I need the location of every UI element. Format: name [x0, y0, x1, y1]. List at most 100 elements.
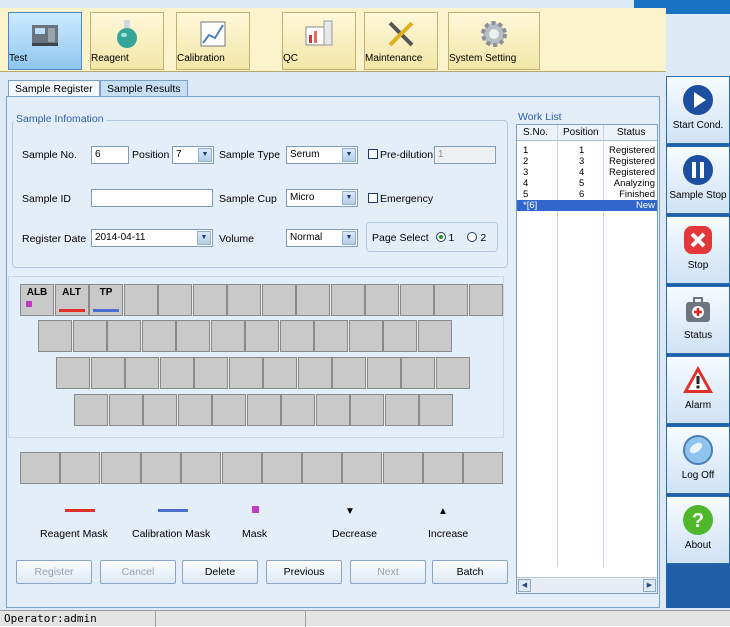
- test-key[interactable]: [401, 357, 435, 389]
- test-key[interactable]: TP: [89, 284, 123, 316]
- batch-button[interactable]: Batch: [432, 560, 508, 584]
- register-date-picker[interactable]: 2014-04-11 ▼: [91, 229, 213, 247]
- test-key[interactable]: [72, 320, 107, 352]
- test-key[interactable]: [125, 357, 159, 389]
- test-key[interactable]: [108, 394, 143, 426]
- test-key[interactable]: [38, 320, 72, 352]
- worklist-row[interactable]: 5 6 Finished: [517, 189, 657, 200]
- page-2-radio[interactable]: [467, 232, 478, 242]
- test-key[interactable]: [332, 357, 366, 389]
- test-key[interactable]: [176, 320, 210, 352]
- test-key[interactable]: [194, 357, 228, 389]
- test-key[interactable]: [468, 284, 503, 316]
- sample-type-select[interactable]: Serum ▼: [286, 146, 358, 164]
- test-key[interactable]: [246, 394, 281, 426]
- alarm-button[interactable]: Alarm: [666, 356, 730, 424]
- test-key[interactable]: [350, 394, 384, 426]
- about-button[interactable]: ? About: [666, 496, 730, 564]
- emergency-checkbox[interactable]: Emergency: [368, 193, 433, 205]
- test-key[interactable]: [158, 284, 192, 316]
- stop-button[interactable]: Stop: [666, 216, 730, 284]
- test-key[interactable]: [221, 452, 262, 484]
- test-key[interactable]: [384, 394, 419, 426]
- toolbar-qc-button[interactable]: QC: [282, 12, 356, 70]
- test-key[interactable]: [228, 357, 263, 389]
- worklist-table[interactable]: S.No. Position Status 1 1 Registered 2 3 Regi…: [516, 124, 658, 594]
- toolbar-maintenance-button[interactable]: Maintenance: [364, 12, 438, 70]
- test-key[interactable]: [245, 320, 279, 352]
- test-key[interactable]: [100, 452, 141, 484]
- test-key[interactable]: [263, 357, 297, 389]
- test-key[interactable]: [314, 320, 348, 352]
- status-button[interactable]: Status: [666, 286, 730, 354]
- test-key[interactable]: [143, 394, 177, 426]
- register-button[interactable]: Register: [16, 560, 92, 584]
- sample-id-field[interactable]: [91, 189, 213, 207]
- log-off-button[interactable]: Log Off: [666, 426, 730, 494]
- scroll-right-icon[interactable]: ▶: [643, 579, 656, 592]
- test-key[interactable]: [296, 284, 330, 316]
- test-key[interactable]: [261, 452, 302, 484]
- test-key[interactable]: [60, 452, 101, 484]
- delete-button[interactable]: Delete: [182, 560, 258, 584]
- worklist-row[interactable]: *[6] New: [517, 200, 657, 211]
- test-key[interactable]: [417, 320, 452, 352]
- test-key[interactable]: [159, 357, 194, 389]
- test-key[interactable]: [315, 394, 350, 426]
- test-key[interactable]: [192, 284, 227, 316]
- test-key[interactable]: [140, 452, 181, 484]
- test-key[interactable]: [181, 452, 222, 484]
- toolbar-system-setting-button[interactable]: System Setting: [448, 12, 540, 70]
- predilution-field[interactable]: 1: [434, 146, 496, 164]
- worklist-row[interactable]: 3 4 Registered: [517, 167, 657, 178]
- test-key[interactable]: [177, 394, 212, 426]
- test-key[interactable]: [382, 452, 423, 484]
- sample-cup-select[interactable]: Micro ▼: [286, 189, 358, 207]
- test-key[interactable]: [423, 452, 463, 484]
- test-key[interactable]: [348, 320, 383, 352]
- test-key[interactable]: [297, 357, 332, 389]
- test-key[interactable]: [123, 284, 158, 316]
- test-key[interactable]: [261, 284, 296, 316]
- test-key[interactable]: [281, 394, 315, 426]
- test-key[interactable]: [463, 452, 504, 484]
- test-key[interactable]: ALB: [20, 284, 54, 316]
- scroll-left-icon[interactable]: ◀: [518, 579, 531, 592]
- sample-stop-button[interactable]: Sample Stop: [666, 146, 730, 214]
- worklist-row[interactable]: 4 5 Analyzing: [517, 178, 657, 189]
- test-key[interactable]: [330, 284, 365, 316]
- start-cond-button[interactable]: Start Cond.: [666, 76, 730, 144]
- test-key[interactable]: [366, 357, 401, 389]
- page-1-radio[interactable]: [435, 232, 446, 242]
- test-key[interactable]: [56, 357, 90, 389]
- worklist-hscrollbar[interactable]: ◀ ▶: [517, 577, 657, 593]
- toolbar-test-button[interactable]: Test: [8, 12, 82, 70]
- test-key[interactable]: [399, 284, 434, 316]
- test-key[interactable]: [302, 452, 343, 484]
- test-key[interactable]: [342, 452, 383, 484]
- test-key[interactable]: ALT: [54, 284, 89, 316]
- worklist-row[interactable]: 1 1 Registered: [517, 145, 657, 156]
- test-key[interactable]: [74, 394, 108, 426]
- sample-no-field[interactable]: 6: [91, 146, 129, 164]
- test-key[interactable]: [279, 320, 314, 352]
- test-key[interactable]: [20, 452, 60, 484]
- test-key[interactable]: [383, 320, 417, 352]
- position-select[interactable]: 7 ▼: [172, 146, 214, 164]
- test-key[interactable]: [435, 357, 470, 389]
- toolbar-reagent-button[interactable]: Reagent: [90, 12, 164, 70]
- test-key[interactable]: [141, 320, 176, 352]
- test-key[interactable]: [210, 320, 245, 352]
- test-key[interactable]: [107, 320, 141, 352]
- worklist-row[interactable]: 2 3 Registered: [517, 156, 657, 167]
- test-key[interactable]: [434, 284, 468, 316]
- test-key[interactable]: [419, 394, 453, 426]
- volume-select[interactable]: Normal ▼: [286, 229, 358, 247]
- test-key[interactable]: [212, 394, 246, 426]
- cancel-button[interactable]: Cancel: [100, 560, 176, 584]
- test-key[interactable]: [227, 284, 261, 316]
- predilution-checkbox[interactable]: Pre-dilution: [368, 149, 433, 161]
- test-key[interactable]: [90, 357, 125, 389]
- previous-button[interactable]: Previous: [266, 560, 342, 584]
- toolbar-calibration-button[interactable]: Calibration: [176, 12, 250, 70]
